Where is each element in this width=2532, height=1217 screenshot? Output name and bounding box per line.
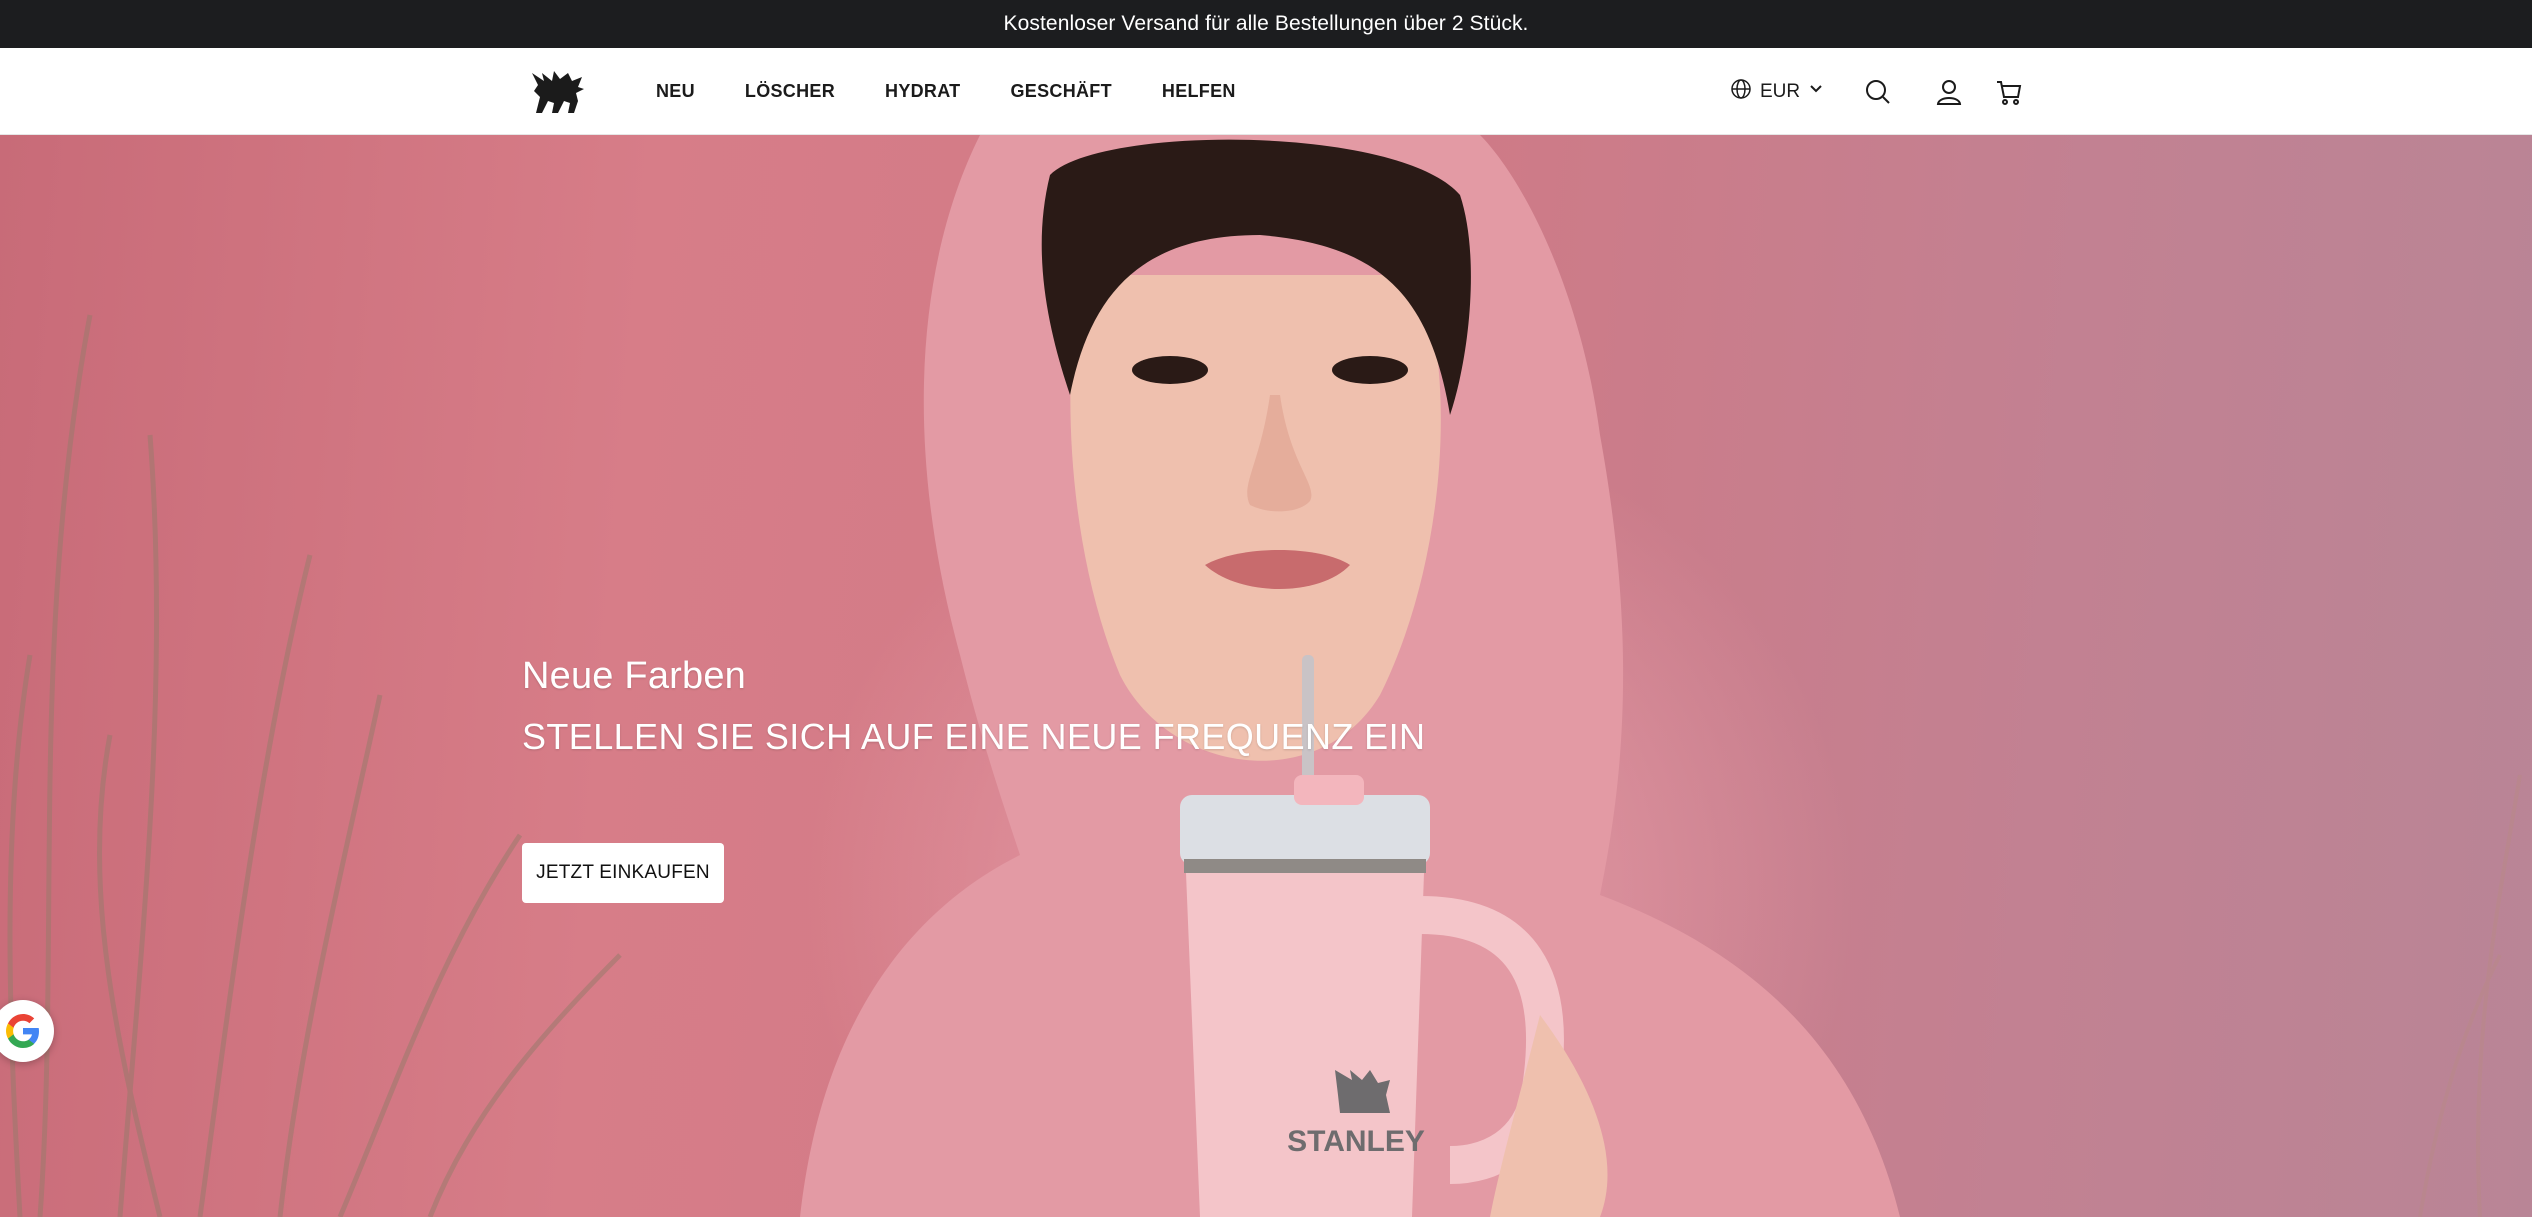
currency-label: EUR bbox=[1760, 80, 1801, 102]
currency-selector[interactable]: EUR bbox=[1730, 48, 1824, 135]
announcement-bar: Kostenloser Versand für alle Bestellunge… bbox=[0, 0, 2532, 48]
account-icon[interactable] bbox=[1935, 78, 1963, 106]
chevron-down-icon bbox=[1808, 81, 1824, 102]
hero-banner: STANLEY Neue Farben STELLEN SIE SICH AUF… bbox=[0, 135, 2532, 1217]
tumbler-brand-text: STANLEY bbox=[1287, 1125, 1425, 1158]
nav-item-helfen[interactable]: HELFEN bbox=[1162, 81, 1236, 102]
shop-now-button[interactable]: JETZT EINKAUFEN bbox=[522, 843, 724, 903]
nav-item-hydrat[interactable]: HYDRAT bbox=[885, 81, 960, 102]
nav-item-geschaeft[interactable]: GESCHÄFT bbox=[1010, 81, 1111, 102]
nav-item-neu[interactable]: NEU bbox=[656, 81, 695, 102]
hero-copy: Neue Farben STELLEN SIE SICH AUF EINE NE… bbox=[522, 655, 1425, 758]
cart-icon[interactable] bbox=[1995, 78, 2023, 106]
site-header: NEU LÖSCHER HYDRAT GESCHÄFT HELFEN EUR bbox=[0, 48, 2532, 135]
hero-title: STELLEN SIE SICH AUF EINE NEUE FREQUENZ … bbox=[522, 716, 1426, 757]
nav-item-loescher[interactable]: LÖSCHER bbox=[745, 81, 835, 102]
bear-with-wings-logo-icon[interactable] bbox=[528, 67, 586, 115]
main-nav: NEU LÖSCHER HYDRAT GESCHÄFT HELFEN bbox=[656, 48, 1286, 135]
hero-eyebrow: Neue Farben bbox=[522, 655, 747, 697]
globe-icon bbox=[1730, 78, 1752, 105]
announcement-text: Kostenloser Versand für alle Bestellunge… bbox=[1003, 12, 1529, 35]
search-icon[interactable] bbox=[1864, 78, 1892, 106]
